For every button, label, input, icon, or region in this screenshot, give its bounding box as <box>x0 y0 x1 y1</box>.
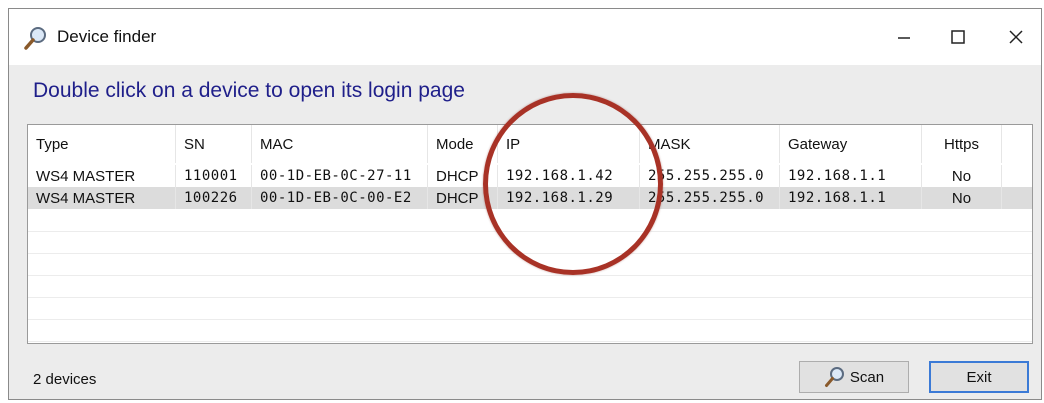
empty-row <box>28 209 1032 232</box>
cell-mode: DHCP <box>428 187 498 209</box>
exit-button-label: Exit <box>966 368 992 386</box>
column-header-filler <box>1002 125 1032 163</box>
maximize-button[interactable] <box>935 17 981 57</box>
cell-sn: 100226 <box>176 187 252 209</box>
cell-ip: 192.168.1.29 <box>498 187 640 209</box>
empty-row <box>28 253 1032 276</box>
cell-mask: 255.255.255.0 <box>640 165 780 187</box>
close-button[interactable] <box>993 17 1039 57</box>
device-list[interactable]: Type SN MAC Mode IP MASK Gateway Https W… <box>27 124 1033 344</box>
column-header-row: Type SN MAC Mode IP MASK Gateway Https <box>28 125 1032 163</box>
scan-button-label: Scan <box>849 368 885 386</box>
cell-type: WS4 MASTER <box>28 187 176 209</box>
table-row[interactable]: WS4 MASTER 100226 00-1D-EB-0C-00-E2 DHCP… <box>28 187 1032 209</box>
cell-mac: 00-1D-EB-0C-00-E2 <box>252 187 428 209</box>
close-icon <box>1009 30 1023 44</box>
cell-gateway: 192.168.1.1 <box>780 165 922 187</box>
column-header-gateway[interactable]: Gateway <box>780 125 922 163</box>
cell-ip: 192.168.1.42 <box>498 165 640 187</box>
cell-mac: 00-1D-EB-0C-27-11 <box>252 165 428 187</box>
cell-mode: DHCP <box>428 165 498 187</box>
column-header-ip[interactable]: IP <box>498 125 640 163</box>
cell-filler <box>1002 165 1032 187</box>
column-header-mac[interactable]: MAC <box>252 125 428 163</box>
cell-filler <box>1002 187 1032 209</box>
title-bar[interactable]: Device finder <box>9 9 1041 65</box>
scan-button[interactable]: Scan <box>799 361 909 393</box>
cell-type: WS4 MASTER <box>28 165 176 187</box>
cell-https: No <box>922 165 1002 187</box>
column-header-mask[interactable]: MASK <box>640 125 780 163</box>
empty-row <box>28 319 1032 342</box>
cell-gateway: 192.168.1.1 <box>780 187 922 209</box>
cell-https: No <box>922 187 1002 209</box>
cell-sn: 110001 <box>176 165 252 187</box>
magnifier-icon <box>24 27 46 50</box>
device-count-status: 2 devices <box>33 371 97 388</box>
column-header-sn[interactable]: SN <box>176 125 252 163</box>
table-row[interactable]: WS4 MASTER 110001 00-1D-EB-0C-27-11 DHCP… <box>28 165 1032 187</box>
exit-button[interactable]: Exit <box>929 361 1029 393</box>
column-header-mode[interactable]: Mode <box>428 125 498 163</box>
window-title: Device finder <box>57 27 157 46</box>
empty-row <box>28 231 1032 254</box>
cell-mask: 255.255.255.0 <box>640 187 780 209</box>
minimize-button[interactable] <box>881 17 927 57</box>
instruction-text: Double click on a device to open its log… <box>33 79 465 102</box>
empty-row <box>28 275 1032 298</box>
column-header-https[interactable]: Https <box>922 125 1002 163</box>
empty-row <box>28 297 1032 320</box>
minimize-icon <box>898 37 910 39</box>
column-header-type[interactable]: Type <box>28 125 176 163</box>
device-finder-window: Device finder Double click on a device t… <box>8 8 1042 400</box>
magnifier-icon <box>824 367 844 387</box>
maximize-icon <box>951 30 965 44</box>
